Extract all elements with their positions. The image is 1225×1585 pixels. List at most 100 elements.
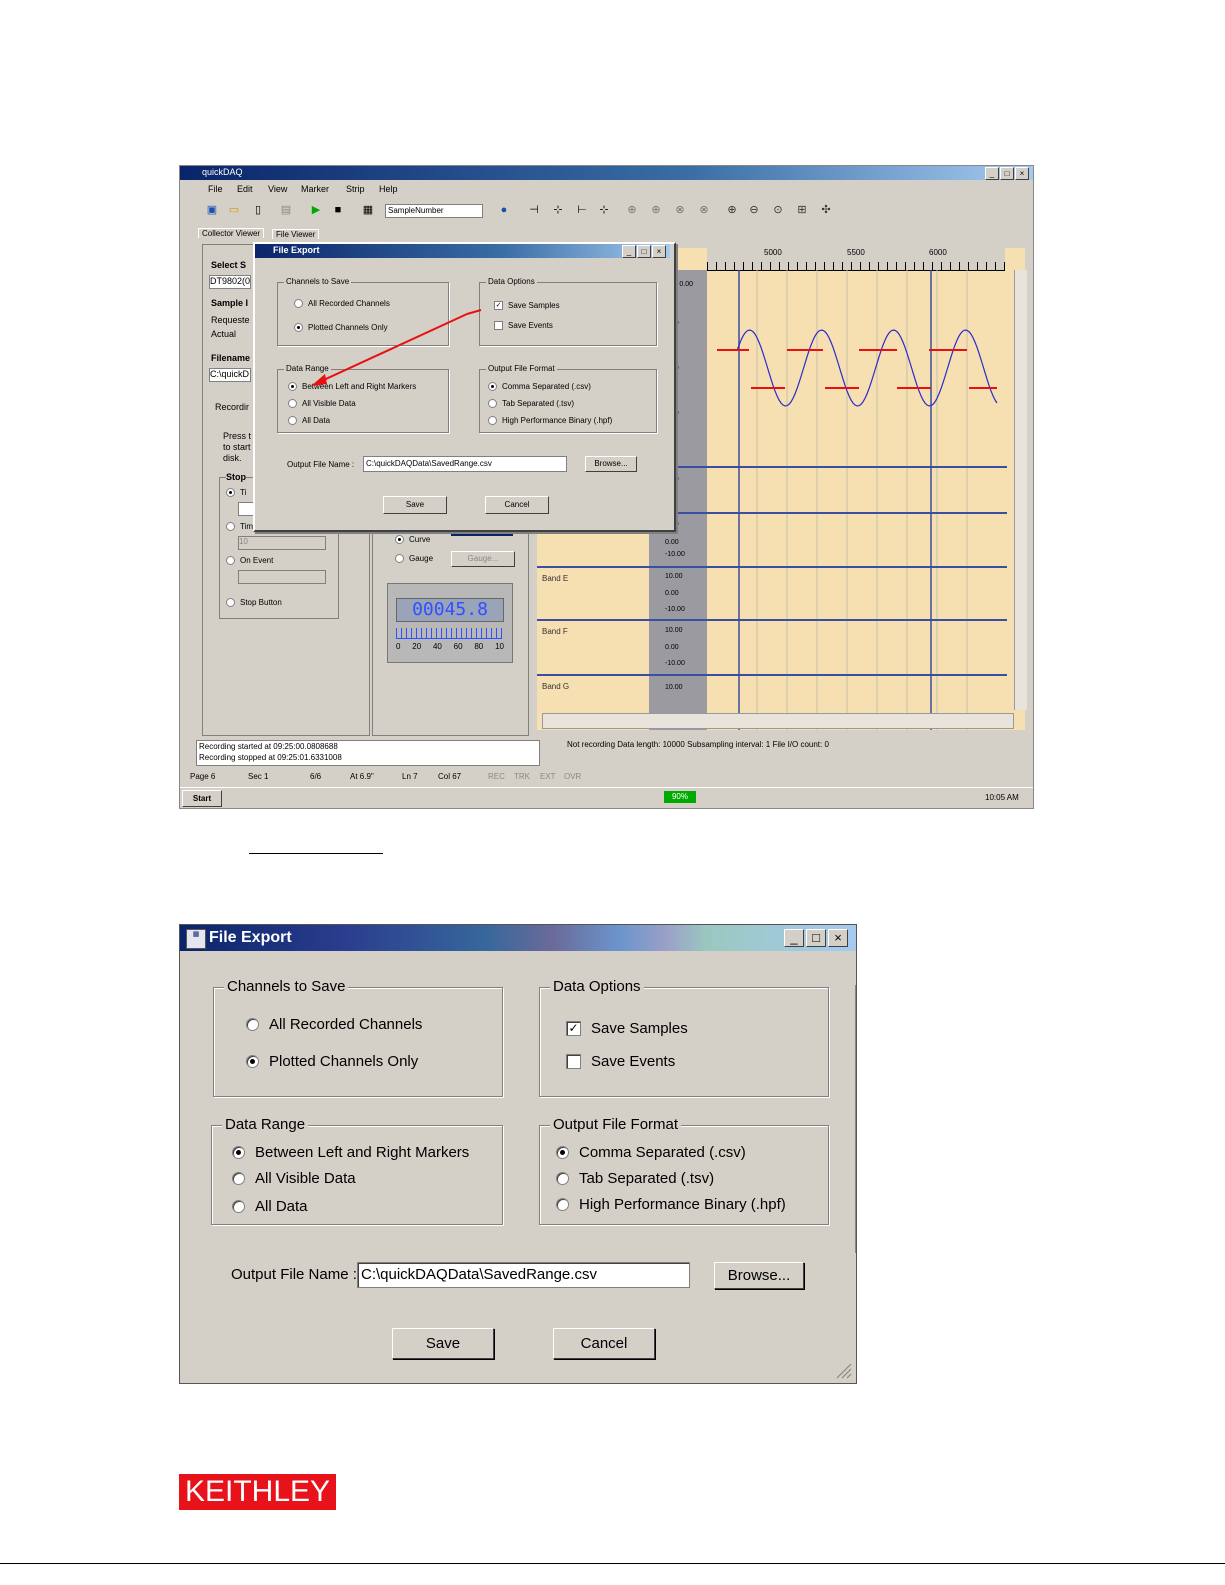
menu-view[interactable]: View	[268, 184, 287, 194]
radio-all-visible[interactable]: All Visible Data	[232, 1170, 356, 1187]
marker-both-icon[interactable]: ⊹	[598, 204, 610, 216]
settings-icon[interactable]: ▦	[362, 204, 374, 216]
gauge-ticks: 0 20 40 60 80 10	[396, 642, 504, 651]
output-name-label: Output File Name :	[231, 1266, 357, 1283]
ruler-tick: 6000	[929, 248, 947, 257]
check-save-samples[interactable]: ✓ Save Samples	[566, 1020, 688, 1037]
help-icon[interactable]: ●	[498, 204, 510, 216]
label: All Visible Data	[255, 1170, 356, 1187]
stop-icon[interactable]: ■	[332, 204, 344, 216]
y-tick: 10.00	[665, 627, 683, 634]
horizontal-scrollbar[interactable]	[542, 713, 1014, 729]
close-icon[interactable]: ×	[828, 929, 848, 947]
radio-hpf[interactable]: High Performance Binary (.hpf)	[556, 1196, 786, 1213]
open-icon[interactable]: ▭	[228, 204, 240, 216]
close-icon[interactable]: ×	[1015, 167, 1029, 180]
autoscale-icon[interactable]: ✣	[820, 204, 832, 216]
check-icon: ✓	[566, 1021, 581, 1036]
marker-move-icon[interactable]: ⊹	[552, 204, 564, 216]
filename-field[interactable]: C:\quickD	[209, 368, 251, 382]
gauge-tick: 20	[412, 642, 422, 651]
gauge-button[interactable]: Gauge...	[451, 551, 515, 567]
word-status-bar: Page 6 Sec 1 6/6 At 6.9" Ln 7 Col 67 REC…	[180, 772, 1033, 784]
copy-icon[interactable]: ▤	[280, 204, 292, 216]
band-f-label: Band F	[542, 627, 568, 636]
cancel-button[interactable]: Cancel	[553, 1328, 655, 1359]
menu-strip[interactable]: Strip	[346, 184, 365, 194]
stop-button-radio[interactable]: Stop Button	[226, 598, 282, 607]
pan2-icon[interactable]: ⊗	[698, 204, 710, 216]
recording-tab[interactable]: Recordir	[215, 402, 249, 412]
event-combo[interactable]	[238, 570, 326, 584]
minimize-icon[interactable]: _	[784, 929, 804, 947]
tab-file-viewer[interactable]: File Viewer	[272, 229, 320, 239]
tab-collector-viewer[interactable]: Collector Viewer	[198, 228, 265, 238]
radio-dot	[556, 1146, 569, 1159]
output-format-label: Output File Format	[550, 1116, 682, 1133]
radio-all-recorded[interactable]: All Recorded Channels	[246, 1016, 422, 1033]
device-field[interactable]: DT9802(0	[209, 275, 251, 289]
menu-edit[interactable]: Edit	[237, 184, 253, 194]
radio-between-markers[interactable]: Between Left and Right Markers	[232, 1144, 469, 1161]
time-field[interactable]: 10	[238, 536, 326, 550]
sample-combo[interactable]: SampleNumber	[385, 204, 483, 218]
keithley-logo: KEITHLEY	[179, 1474, 336, 1510]
y-tick: 0.00	[665, 644, 679, 651]
vertical-scrollbar[interactable]	[1014, 270, 1027, 710]
app-window-buttons: _ □ ×	[985, 167, 1029, 180]
stop-label: Stop	[226, 472, 246, 482]
new-icon[interactable]: ▯	[252, 204, 264, 216]
marker-left-icon[interactable]: ⊣	[528, 204, 540, 216]
data-range-group: Data Range Between Left and Right Marker…	[211, 1116, 503, 1225]
marker-right-icon[interactable]: ⊢	[576, 204, 588, 216]
radio-plotted-only[interactable]: Plotted Channels Only	[246, 1053, 418, 1070]
status-page: Page 6	[190, 772, 216, 781]
footer-rule	[0, 1563, 1225, 1564]
data-options-group: Data Options ✓ Save Samples Save Events	[539, 978, 829, 1097]
plot-svg	[717, 270, 998, 730]
check-box	[566, 1054, 581, 1069]
gauge-radio[interactable]: Gauge	[395, 554, 433, 563]
start-button[interactable]: Start	[182, 790, 222, 807]
maximize-icon[interactable]: □	[806, 929, 826, 947]
zoom-in-icon[interactable]: ⊕	[726, 204, 738, 216]
radio-tsv[interactable]: Tab Separated (.tsv)	[556, 1170, 714, 1187]
browse-button[interactable]: Browse...	[714, 1262, 804, 1289]
minimize-icon[interactable]: _	[985, 167, 999, 180]
save-icon[interactable]: ▣	[206, 204, 218, 216]
zoom-x-icon[interactable]: ⊕	[626, 204, 638, 216]
status-ln: Ln 7	[402, 772, 418, 781]
band-divider	[537, 566, 1007, 568]
radio-csv[interactable]: Comma Separated (.csv)	[556, 1144, 746, 1161]
play-icon[interactable]: ▶	[310, 204, 322, 216]
zoom-out-icon[interactable]: ⊖	[748, 204, 760, 216]
status-ext: EXT	[540, 772, 556, 781]
zoom-reset-icon[interactable]: ⊙	[772, 204, 784, 216]
label: All Recorded Channels	[269, 1016, 423, 1033]
resize-grip-icon[interactable]	[834, 1361, 852, 1379]
radio-dot	[232, 1146, 245, 1159]
y-tick: -10.00	[665, 606, 685, 613]
menu-marker[interactable]: Marker	[301, 184, 329, 194]
stop-trigger-radio[interactable]: Ti	[226, 488, 246, 497]
zoom-fit-icon[interactable]: ⊞	[796, 204, 808, 216]
stop-event-radio[interactable]: On Event	[226, 556, 273, 565]
curve-radio[interactable]: Curve	[395, 535, 430, 544]
menu-file[interactable]: File	[208, 184, 223, 194]
check-save-events[interactable]: Save Events	[566, 1053, 675, 1070]
status-at: At 6.9"	[350, 772, 374, 781]
radio-all-data[interactable]: All Data	[232, 1198, 308, 1215]
file-export-dialog: ▦ File Export _ □ × Channels to Save All…	[179, 924, 857, 1384]
maximize-icon[interactable]: □	[1000, 167, 1014, 180]
radio-dot	[556, 1172, 569, 1185]
menu-help[interactable]: Help	[379, 184, 398, 194]
status-trk: TRK	[514, 772, 530, 781]
band-divider	[537, 619, 1007, 621]
save-button[interactable]: Save	[392, 1328, 494, 1359]
output-name-input[interactable]: C:\quickDAQData\SavedRange.csv	[357, 1262, 690, 1288]
curve-label: Curve	[409, 535, 431, 544]
zoom-y-icon[interactable]: ⊕	[650, 204, 662, 216]
pan-icon[interactable]: ⊗	[674, 204, 686, 216]
status-col: Col 67	[438, 772, 462, 781]
dialog-titlebar: ▦ File Export _ □ ×	[180, 925, 856, 951]
